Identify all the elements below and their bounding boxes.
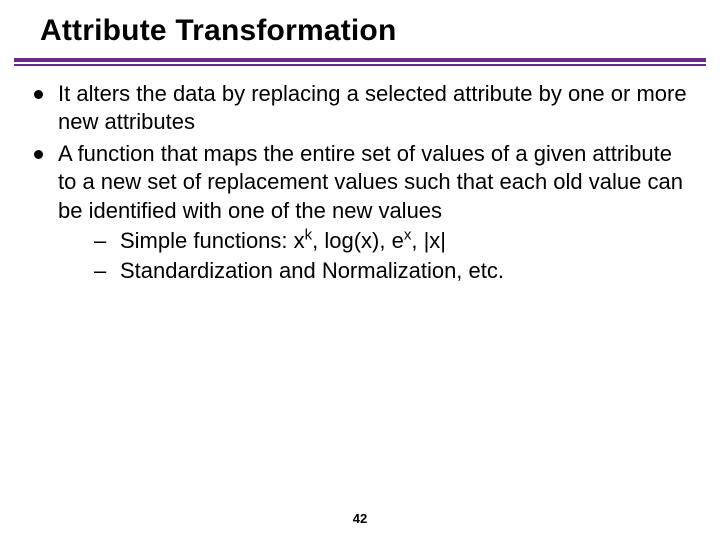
dash-text-prefix: Simple functions: (120, 228, 294, 253)
title-underline (14, 58, 706, 66)
func-sup: k (305, 226, 312, 243)
slide-body: It alters the data by replacing a select… (0, 66, 720, 285)
slide: Attribute Transformation It alters the d… (0, 0, 720, 540)
func-base: e (392, 228, 404, 253)
func: |x| (424, 228, 446, 253)
dash-list: Simple functions: xk, log(x), ex, |x| St… (58, 227, 694, 285)
bullet-list: It alters the data by replacing a select… (30, 80, 694, 285)
func: log(x) (324, 228, 379, 253)
dash-item: Standardization and Normalization, etc. (90, 257, 694, 285)
sep: , (312, 228, 324, 253)
sep: , (411, 228, 423, 253)
slide-title: Attribute Transformation (0, 0, 720, 58)
func-base: x (294, 228, 305, 253)
bullet-text: A function that maps the entire set of v… (58, 141, 683, 222)
bullet-text: It alters the data by replacing a select… (58, 81, 687, 134)
bullet-item: A function that maps the entire set of v… (30, 140, 694, 285)
sep: , (379, 228, 391, 253)
dash-text: Standardization and Normalization, etc. (120, 258, 504, 283)
page-number: 42 (0, 511, 720, 526)
bullet-item: It alters the data by replacing a select… (30, 80, 694, 136)
dash-item: Simple functions: xk, log(x), ex, |x| (90, 227, 694, 255)
